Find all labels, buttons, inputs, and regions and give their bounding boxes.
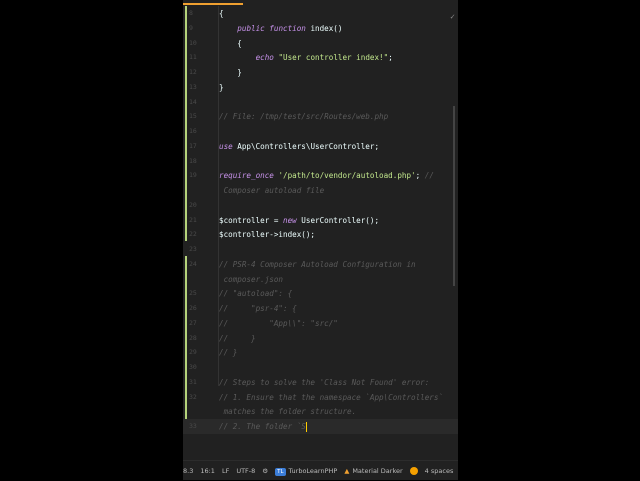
- php-version[interactable]: 8.3: [183, 467, 193, 475]
- line-number: 30: [189, 363, 197, 371]
- theme-label: Material Darker: [352, 467, 403, 475]
- line-number: 28: [189, 333, 197, 342]
- code-text: // "App\\": "src/": [219, 318, 338, 328]
- code-line[interactable]: 31 // Steps to solve the 'Class Not Found…: [183, 375, 458, 390]
- theme-widget[interactable]: ▲ Material Darker: [344, 467, 402, 475]
- line-number: 10: [189, 38, 197, 47]
- code-line[interactable]: 15 // File: /tmp/test/src/Routes/web.php: [183, 109, 458, 124]
- code-line[interactable]: 16: [183, 124, 458, 139]
- code-line[interactable]: 29 // }: [183, 345, 458, 360]
- code-line[interactable]: composer.json: [183, 272, 458, 287]
- code-line[interactable]: 8{: [183, 6, 458, 21]
- code-line[interactable]: 24 // PSR-4 Composer Autoload Configurati…: [183, 257, 458, 272]
- code-line[interactable]: 32 // 1. Ensure that the namespace `App\C…: [183, 390, 458, 405]
- line-number: 29: [189, 348, 197, 357]
- line-number: 23: [189, 245, 197, 253]
- code-line[interactable]: 14: [183, 95, 458, 110]
- code-editor[interactable]: ✓ 8{9 public function index() 10 {11 echo…: [183, 6, 458, 436]
- code-line[interactable]: 18: [183, 154, 458, 169]
- code-line[interactable]: matches the folder structure.: [183, 404, 458, 419]
- text-caret: [305, 422, 307, 432]
- code-text: matches the folder structure.: [219, 407, 357, 417]
- notification-dot-icon[interactable]: [409, 467, 418, 475]
- code-line[interactable]: 19 require_once '/path/to/vendor/autoload…: [183, 168, 458, 183]
- code-text: use App\Controllers\UserController;: [219, 141, 380, 151]
- plugin-widget[interactable]: TL TurboLearnPHP: [275, 467, 337, 476]
- line-number: 33: [189, 422, 197, 430]
- line-number: 17: [189, 141, 197, 150]
- code-text: }: [219, 82, 224, 92]
- cursor-position[interactable]: 16:1: [200, 467, 215, 475]
- line-number: 31: [189, 377, 197, 386]
- active-tab-indicator: [183, 3, 243, 5]
- code-text: {: [219, 38, 242, 48]
- code-line[interactable]: 22 $controller->index();: [183, 227, 458, 242]
- line-number: 22: [189, 230, 197, 239]
- line-number: 24: [189, 259, 197, 268]
- line-number: 26: [189, 304, 197, 312]
- code-line[interactable]: 13}: [183, 80, 458, 95]
- code-editor-window: ✓ 8{9 public function index() 10 {11 echo…: [183, 0, 458, 480]
- line-number: 12: [189, 68, 197, 76]
- turbolearn-icon: TL: [275, 467, 286, 476]
- code-line[interactable]: 9 public function index(): [183, 21, 458, 36]
- line-number: 18: [189, 156, 197, 165]
- code-text: // PSR-4 Composer Autoload Configuration…: [219, 259, 416, 269]
- code-text: }: [219, 68, 242, 77]
- code-line[interactable]: 11 echo "User controller index!";: [183, 50, 458, 65]
- line-number: 8: [189, 9, 193, 17]
- code-line[interactable]: 21 $controller = new UserController();: [183, 213, 458, 228]
- code-text: // 1. Ensure that the namespace `App\Con…: [219, 392, 444, 402]
- code-line[interactable]: 26 // "psr-4": {: [183, 301, 458, 316]
- line-number: 16: [189, 127, 197, 135]
- code-text: // }: [219, 348, 238, 358]
- code-line[interactable]: 25 // "autoload": {: [183, 286, 458, 301]
- code-text: $controller->index();: [219, 230, 316, 240]
- file-encoding[interactable]: UTF-8: [236, 467, 255, 475]
- line-number: 11: [189, 53, 197, 62]
- line-number: 27: [189, 318, 197, 327]
- code-text: // File: /tmp/test/src/Routes/web.php: [219, 112, 389, 122]
- code-line[interactable]: 30: [183, 360, 458, 375]
- code-text: $controller = new UserController();: [219, 215, 380, 225]
- code-line[interactable]: 23: [183, 242, 458, 257]
- line-number: 25: [189, 289, 197, 298]
- settings-icon[interactable]: ⚙: [262, 467, 268, 475]
- code-text: composer.json: [219, 274, 284, 284]
- code-text: // Steps to solve the 'Class Not Found' …: [219, 377, 430, 387]
- code-text: // "autoload": {: [219, 289, 293, 299]
- line-number: 13: [189, 82, 197, 91]
- code-text: // "psr-4": {: [219, 304, 297, 313]
- line-number: 19: [189, 171, 197, 180]
- code-text: public function index(): [237, 23, 343, 33]
- code-line[interactable]: 27 // "App\\": "src/": [183, 316, 458, 331]
- code-line[interactable]: 28 // }: [183, 331, 458, 346]
- line-number: 14: [189, 97, 197, 106]
- line-number: 15: [189, 112, 197, 121]
- status-bar: 8.3 16:1 LF UTF-8 ⚙ TL TurboLearnPHP ▲ Mat…: [183, 460, 458, 481]
- code-text: // 2. The folder `S: [219, 422, 307, 432]
- code-line[interactable]: 33 // 2. The folder `S: [183, 419, 458, 434]
- line-ending[interactable]: LF: [222, 467, 229, 475]
- code-text: // }: [219, 333, 256, 343]
- line-number: 20: [189, 200, 197, 209]
- plugin-label: TurboLearnPHP: [288, 466, 338, 475]
- line-number: 21: [189, 215, 197, 224]
- code-text: Composer autoload file: [219, 186, 325, 195]
- code-text: {: [219, 9, 224, 18]
- code-line[interactable]: 10 {: [183, 36, 458, 51]
- code-line[interactable]: 17 use App\Controllers\UserController;: [183, 139, 458, 154]
- line-number: 9: [189, 23, 193, 32]
- code-line[interactable]: 12 }: [183, 65, 458, 80]
- code-line[interactable]: Composer autoload file: [183, 183, 458, 198]
- line-number: 32: [189, 392, 197, 401]
- indent-setting[interactable]: 4 spaces: [425, 467, 454, 475]
- material-icon: ▲: [344, 467, 350, 475]
- code-text: echo "User controller index!";: [255, 53, 393, 63]
- code-line[interactable]: 20: [183, 198, 458, 213]
- code-text: require_once '/path/to/vendor/autoload.p…: [219, 171, 434, 181]
